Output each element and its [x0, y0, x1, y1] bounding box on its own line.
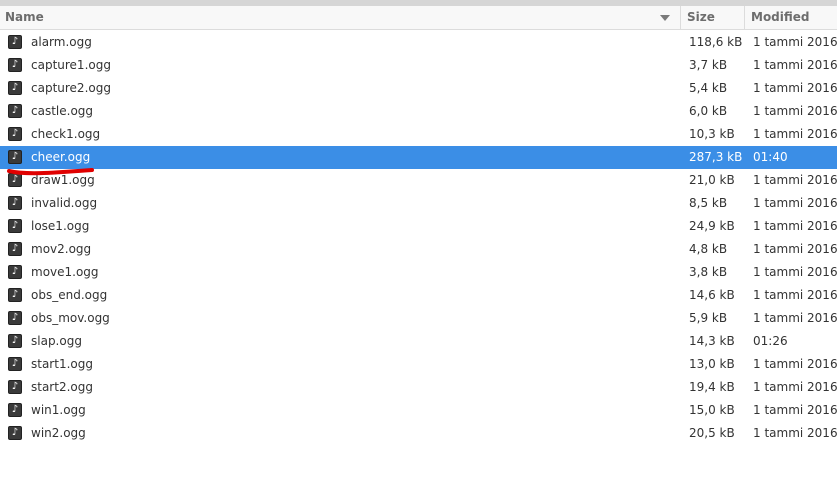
file-modified: 1 tammi 2016 — [753, 35, 837, 49]
audio-file-icon: ♪ — [8, 334, 22, 348]
file-size: 8,5 kB — [689, 196, 728, 210]
file-modified: 1 tammi 2016 — [753, 219, 837, 233]
file-modified: 1 tammi 2016 — [753, 288, 837, 302]
file-name: obs_end.ogg — [31, 288, 108, 302]
file-modified: 01:40 — [753, 150, 788, 164]
file-size: 4,8 kB — [689, 242, 728, 256]
file-modified: 1 tammi 2016 — [753, 265, 837, 279]
audio-file-icon: ♪ — [8, 242, 22, 256]
sort-descending-icon[interactable] — [660, 15, 670, 21]
audio-file-icon: ♪ — [8, 35, 22, 49]
audio-file-icon: ♪ — [8, 219, 22, 233]
file-modified: 1 tammi 2016 — [753, 173, 837, 187]
file-size: 5,9 kB — [689, 311, 728, 325]
audio-file-icon: ♪ — [8, 150, 22, 164]
file-size: 5,4 kB — [689, 81, 728, 95]
file-size: 10,3 kB — [689, 127, 735, 141]
file-name: capture2.ogg — [31, 81, 111, 95]
file-row[interactable]: ♪ cheer.ogg 287,3 kB 01:40 — [0, 146, 837, 169]
file-size: 3,8 kB — [689, 265, 728, 279]
file-name: cheer.ogg — [31, 150, 91, 164]
file-size: 21,0 kB — [689, 173, 735, 187]
file-name: invalid.ogg — [31, 196, 98, 210]
file-row[interactable]: ♪ invalid.ogg 8,5 kB 1 tammi 2016 — [0, 192, 837, 215]
file-modified: 01:26 — [753, 334, 788, 348]
file-name: mov2.ogg — [31, 242, 92, 256]
file-size: 15,0 kB — [689, 403, 735, 417]
file-name: castle.ogg — [31, 104, 94, 118]
file-name: slap.ogg — [31, 334, 82, 348]
file-name: alarm.ogg — [31, 35, 92, 49]
file-name: lose1.ogg — [31, 219, 90, 233]
file-size: 14,3 kB — [689, 334, 735, 348]
file-size: 6,0 kB — [689, 104, 728, 118]
file-row[interactable]: ♪ win2.ogg 20,5 kB 1 tammi 2016 — [0, 422, 837, 445]
file-row[interactable]: ♪ obs_mov.ogg 5,9 kB 1 tammi 2016 — [0, 307, 837, 330]
file-name: check1.ogg — [31, 127, 101, 141]
file-modified: 1 tammi 2016 — [753, 426, 837, 440]
file-row[interactable]: ♪ capture2.ogg 5,4 kB 1 tammi 2016 — [0, 77, 837, 100]
file-size: 20,5 kB — [689, 426, 735, 440]
file-name: capture1.ogg — [31, 58, 111, 72]
file-row[interactable]: ♪ check1.ogg 10,3 kB 1 tammi 2016 — [0, 123, 837, 146]
file-name: obs_mov.ogg — [31, 311, 110, 325]
audio-file-icon: ♪ — [8, 58, 22, 72]
file-row[interactable]: ♪ move1.ogg 3,8 kB 1 tammi 2016 — [0, 261, 837, 284]
file-modified: 1 tammi 2016 — [753, 380, 837, 394]
file-row[interactable]: ♪ start1.ogg 13,0 kB 1 tammi 2016 — [0, 353, 837, 376]
file-row[interactable]: ♪ start2.ogg 19,4 kB 1 tammi 2016 — [0, 376, 837, 399]
file-row[interactable]: ♪ slap.ogg 14,3 kB 01:26 — [0, 330, 837, 353]
audio-file-icon: ♪ — [8, 403, 22, 417]
file-name: win2.ogg — [31, 426, 86, 440]
file-row[interactable]: ♪ capture1.ogg 3,7 kB 1 tammi 2016 — [0, 54, 837, 77]
file-list: ♪ alarm.ogg 118,6 kB 1 tammi 2016 ♪ capt… — [0, 31, 837, 445]
file-modified: 1 tammi 2016 — [753, 104, 837, 118]
file-row[interactable]: ♪ alarm.ogg 118,6 kB 1 tammi 2016 — [0, 31, 837, 54]
file-modified: 1 tammi 2016 — [753, 311, 837, 325]
file-modified: 1 tammi 2016 — [753, 357, 837, 371]
file-modified: 1 tammi 2016 — [753, 403, 837, 417]
file-size: 24,9 kB — [689, 219, 735, 233]
audio-file-icon: ♪ — [8, 81, 22, 95]
audio-file-icon: ♪ — [8, 104, 22, 118]
audio-file-icon: ♪ — [8, 380, 22, 394]
file-row[interactable]: ♪ mov2.ogg 4,8 kB 1 tammi 2016 — [0, 238, 837, 261]
audio-file-icon: ♪ — [8, 426, 22, 440]
audio-file-icon: ♪ — [8, 288, 22, 302]
file-size: 118,6 kB — [689, 35, 743, 49]
audio-file-icon: ♪ — [8, 357, 22, 371]
file-row[interactable]: ♪ obs_end.ogg 14,6 kB 1 tammi 2016 — [0, 284, 837, 307]
file-size: 13,0 kB — [689, 357, 735, 371]
file-name: start1.ogg — [31, 357, 93, 371]
file-modified: 1 tammi 2016 — [753, 58, 837, 72]
file-size: 19,4 kB — [689, 380, 735, 394]
audio-file-icon: ♪ — [8, 196, 22, 210]
file-name: start2.ogg — [31, 380, 93, 394]
file-row[interactable]: ♪ win1.ogg 15,0 kB 1 tammi 2016 — [0, 399, 837, 422]
file-name: draw1.ogg — [31, 173, 95, 187]
file-size: 3,7 kB — [689, 58, 728, 72]
audio-file-icon: ♪ — [8, 265, 22, 279]
column-header: Name Size Modified — [0, 6, 837, 30]
file-size: 14,6 kB — [689, 288, 735, 302]
file-row[interactable]: ♪ castle.ogg 6,0 kB 1 tammi 2016 — [0, 100, 837, 123]
file-row[interactable]: ♪ draw1.ogg 21,0 kB 1 tammi 2016 — [0, 169, 837, 192]
file-row[interactable]: ♪ lose1.ogg 24,9 kB 1 tammi 2016 — [0, 215, 837, 238]
file-modified: 1 tammi 2016 — [753, 242, 837, 256]
audio-file-icon: ♪ — [8, 173, 22, 187]
file-name: win1.ogg — [31, 403, 86, 417]
audio-file-icon: ♪ — [8, 311, 22, 325]
audio-file-icon: ♪ — [8, 127, 22, 141]
modified-column-header[interactable]: Modified — [745, 6, 837, 29]
size-column-header[interactable]: Size — [681, 6, 745, 29]
file-size: 287,3 kB — [689, 150, 743, 164]
file-modified: 1 tammi 2016 — [753, 196, 837, 210]
name-column-header[interactable]: Name — [0, 6, 681, 29]
file-modified: 1 tammi 2016 — [753, 127, 837, 141]
file-name: move1.ogg — [31, 265, 99, 279]
file-modified: 1 tammi 2016 — [753, 81, 837, 95]
